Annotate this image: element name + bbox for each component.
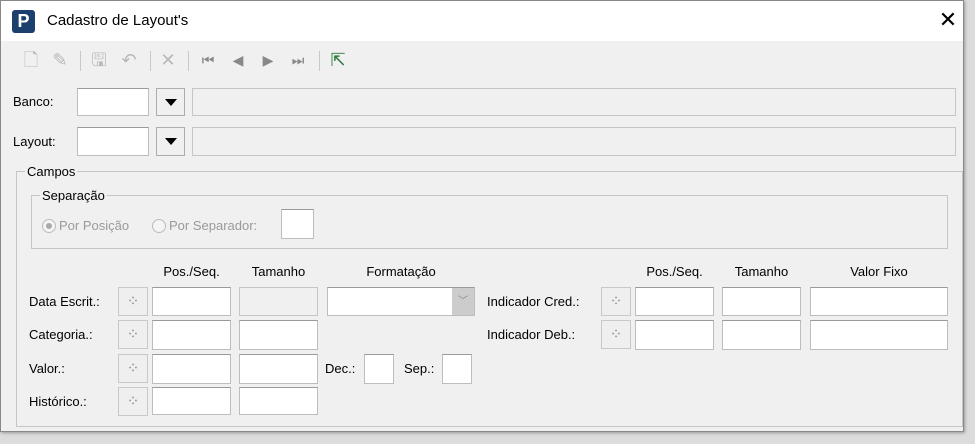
- banco-description-field: [192, 88, 956, 116]
- header-tamanho: Tamanho: [251, 264, 306, 279]
- indicador-cred-tamanho-input[interactable]: [722, 287, 801, 316]
- categoria-label: Categoria.:: [29, 327, 93, 342]
- header-valor-fixo: Valor Fixo: [850, 264, 908, 279]
- por-separador-label: Por Separador:: [169, 218, 258, 233]
- banco-dropdown-button[interactable]: [156, 88, 185, 116]
- close-button[interactable]: ✕: [935, 7, 961, 33]
- chevron-down-icon: ﹀: [452, 288, 474, 315]
- toolbar-separator: [188, 51, 189, 71]
- magic-wand-icon[interactable]: ⁘: [118, 320, 148, 349]
- magic-wand-icon[interactable]: ⁘: [118, 387, 148, 416]
- magic-wand-icon[interactable]: ⁘: [118, 354, 148, 383]
- dec-label: Dec.:: [325, 361, 356, 376]
- previous-icon[interactable]: ◀: [226, 47, 250, 73]
- layout-dropdown-button[interactable]: [156, 127, 185, 156]
- dec-input[interactable]: [364, 354, 394, 384]
- new-icon[interactable]: 🗋: [19, 47, 43, 73]
- historico-pos-input[interactable]: [152, 387, 231, 415]
- header-pos-seq-right: Pos./Seq.: [646, 264, 703, 279]
- header-tamanho-right: Tamanho: [734, 264, 789, 279]
- header-formatacao: Formatação: [366, 264, 436, 279]
- app-logo-icon: P: [12, 10, 35, 33]
- valor-pos-input[interactable]: [152, 354, 231, 384]
- por-posicao-label: Por Posição: [59, 218, 130, 233]
- sep-input[interactable]: [442, 354, 472, 384]
- radio-selected-icon: [42, 218, 56, 233]
- window-title: Cadastro de Layout's: [47, 12, 189, 29]
- save-icon[interactable]: 🖫: [87, 47, 111, 73]
- historico-tamanho-input[interactable]: [239, 387, 318, 415]
- undo-icon[interactable]: ↶: [117, 47, 141, 73]
- separacao-legend: Separação: [42, 188, 105, 203]
- categoria-tamanho-input[interactable]: [239, 320, 318, 350]
- sep-label: Sep.:: [404, 361, 435, 376]
- valor-label: Valor.:: [29, 361, 65, 376]
- layout-code-input[interactable]: [77, 127, 149, 156]
- por-posicao-radio[interactable]: Por Posição: [42, 218, 129, 233]
- indicador-deb-tamanho-input[interactable]: [722, 320, 801, 350]
- indicador-deb-pos-input[interactable]: [635, 320, 714, 350]
- por-separador-radio[interactable]: Por Separador:: [152, 218, 257, 233]
- first-icon[interactable]: ⏮: [196, 47, 220, 73]
- layout-label: Layout:: [13, 134, 56, 149]
- data-escrit-label: Data Escrit.:: [29, 294, 100, 309]
- historico-label: Histórico.:: [29, 394, 87, 409]
- indicador-cred-pos-input[interactable]: [635, 287, 714, 316]
- banco-code-input[interactable]: [77, 88, 149, 116]
- separador-input[interactable]: [281, 209, 314, 239]
- edit-icon[interactable]: ✎: [48, 47, 72, 73]
- layout-description-field: [192, 127, 956, 156]
- delete-icon[interactable]: ✕: [156, 47, 180, 73]
- import-icon[interactable]: ⇱: [326, 47, 350, 73]
- magic-wand-icon[interactable]: ⁘: [601, 287, 631, 316]
- data-escrit-tamanho-input: [239, 287, 318, 316]
- next-icon[interactable]: ▶: [256, 47, 280, 73]
- toolbar-separator: [80, 51, 81, 71]
- header-pos-seq: Pos./Seq.: [163, 264, 220, 279]
- categoria-pos-input[interactable]: [152, 320, 231, 350]
- indicador-cred-valor-fixo-input[interactable]: [810, 287, 948, 316]
- indicador-deb-label: Indicador Deb.:: [487, 327, 576, 342]
- title-bar: P Cadastro de Layout's ✕: [1, 1, 963, 41]
- indicador-cred-label: Indicador Cred.:: [487, 294, 580, 309]
- toolbar-separator: [319, 51, 320, 71]
- last-icon[interactable]: ⏭: [286, 47, 310, 73]
- valor-tamanho-input[interactable]: [239, 354, 318, 384]
- cadastro-layout-window: P Cadastro de Layout's ✕ 🗋 ✎ 🖫 ↶ ✕ ⏮ ◀ ▶…: [0, 0, 964, 432]
- banco-label: Banco:: [13, 94, 54, 109]
- campos-legend: Campos: [27, 164, 76, 179]
- magic-wand-icon[interactable]: ⁘: [118, 287, 148, 316]
- data-escrit-formatacao-select[interactable]: ﹀: [327, 287, 475, 316]
- indicador-deb-valor-fixo-input[interactable]: [810, 320, 948, 350]
- toolbar-separator: [150, 51, 151, 71]
- magic-wand-icon[interactable]: ⁘: [601, 320, 631, 349]
- radio-unselected-icon: [152, 218, 166, 233]
- data-escrit-pos-input[interactable]: [152, 287, 231, 316]
